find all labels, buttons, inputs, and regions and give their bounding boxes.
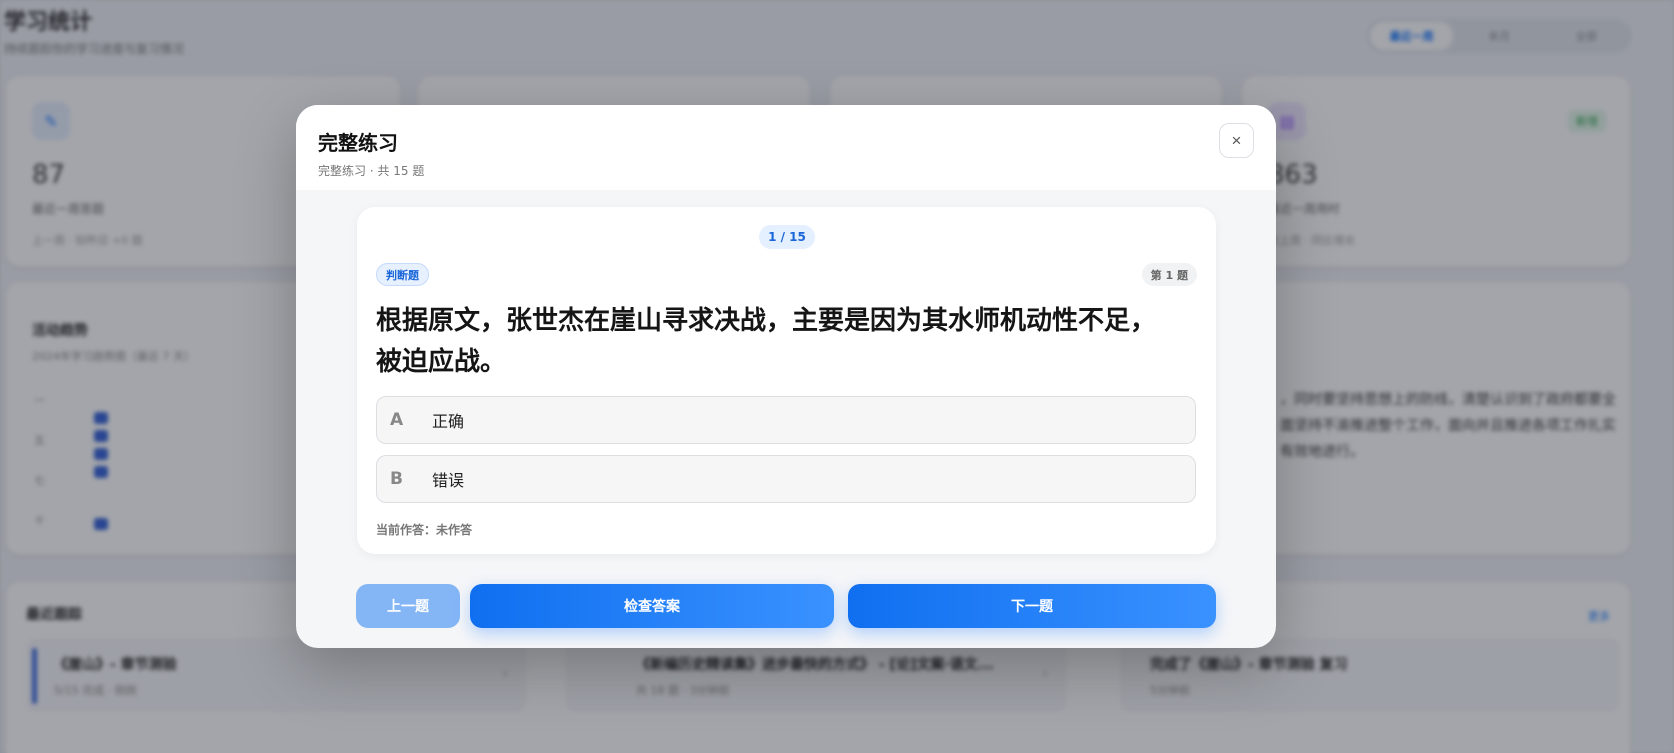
close-button[interactable]: × <box>1219 123 1254 158</box>
option-text: 正确 <box>432 412 465 431</box>
modal-title: 完整练习 <box>318 131 398 155</box>
question-text: 根据原文，张世杰在崖山寻求决战，主要是因为其水师机动性不足，被迫应战。 <box>376 306 1157 377</box>
option-letter: A <box>390 410 404 430</box>
practice-modal: 完整练习 完整练习 · 共 15 题 × 1 / 15 判断题 第 1 题 根据… <box>296 105 1276 648</box>
option-b[interactable]: B 错误 <box>376 455 1196 503</box>
close-icon: × <box>1231 130 1242 150</box>
answer-status: 当前作答：未作答 <box>376 523 473 537</box>
modal-header: 完整练习 完整练习 · 共 15 题 × <box>296 105 1276 190</box>
prev-question-button[interactable]: 上一题 <box>356 584 460 628</box>
option-text: 错误 <box>432 471 465 490</box>
modal-subtitle: 完整练习 · 共 15 题 <box>318 164 425 178</box>
next-question-button[interactable]: 下一题 <box>848 584 1216 628</box>
question-type-badge: 判断题 <box>376 263 429 286</box>
question-number-badge: 第 1 题 <box>1141 263 1197 286</box>
option-a[interactable]: A 正确 <box>376 396 1196 444</box>
option-letter: B <box>390 469 403 489</box>
question-progress: 1 / 15 <box>759 225 815 249</box>
check-answer-button[interactable]: 检查答案 <box>470 584 834 628</box>
question-card: 1 / 15 判断题 第 1 题 根据原文，张世杰在崖山寻求决战，主要是因为其水… <box>357 207 1216 554</box>
